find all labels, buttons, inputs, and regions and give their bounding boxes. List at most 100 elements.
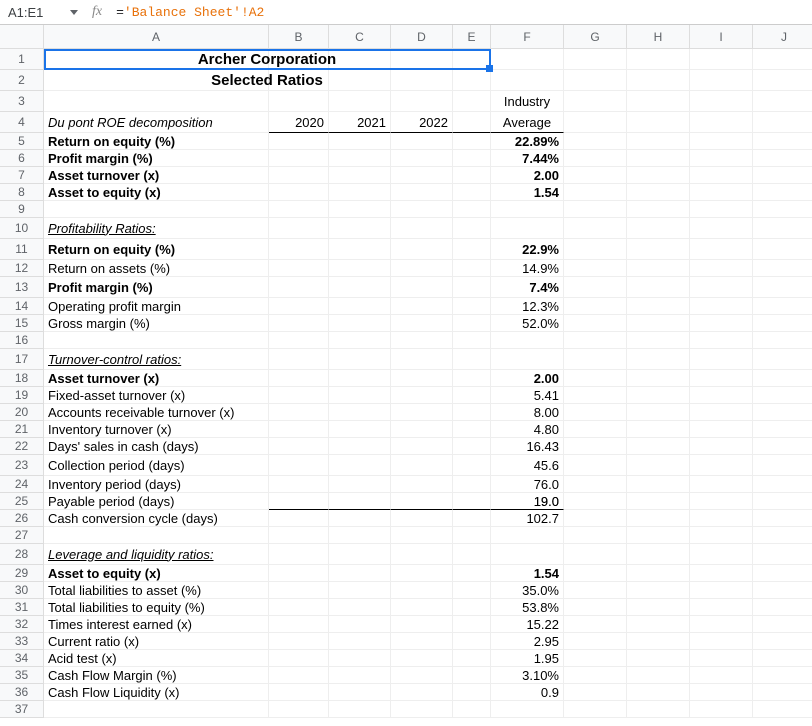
cell-G24[interactable]	[564, 476, 627, 493]
cell-F2[interactable]	[491, 70, 564, 91]
cell-H28[interactable]	[627, 544, 690, 565]
cell-G16[interactable]	[564, 332, 627, 349]
cell-G18[interactable]	[564, 370, 627, 387]
cell-E15[interactable]	[453, 315, 491, 332]
cell-I7[interactable]	[690, 167, 753, 184]
cell-I25[interactable]	[690, 493, 753, 510]
cell-I29[interactable]	[690, 565, 753, 582]
cell-A3[interactable]	[44, 91, 269, 112]
label-r34[interactable]: Acid test (x)	[44, 650, 269, 667]
cell-J35[interactable]	[753, 667, 812, 684]
cell-H16[interactable]	[627, 332, 690, 349]
cell-E35[interactable]	[453, 667, 491, 684]
cell-D37[interactable]	[391, 701, 453, 718]
cell-J29[interactable]	[753, 565, 812, 582]
cell-D11[interactable]	[391, 239, 453, 260]
value-r21[interactable]: 4.80	[491, 421, 564, 438]
cell-D7[interactable]	[391, 167, 453, 184]
cell-J27[interactable]	[753, 527, 812, 544]
cell-C8[interactable]	[329, 184, 391, 201]
cell-C24[interactable]	[329, 476, 391, 493]
cell-G37[interactable]	[564, 701, 627, 718]
cell-E19[interactable]	[453, 387, 491, 404]
cell-G14[interactable]	[564, 298, 627, 315]
cell-J7[interactable]	[753, 167, 812, 184]
label-r29[interactable]: Asset to equity (x)	[44, 565, 269, 582]
cell-C14[interactable]	[329, 298, 391, 315]
cell-J36[interactable]	[753, 684, 812, 701]
cell-H32[interactable]	[627, 616, 690, 633]
cell-C20[interactable]	[329, 404, 391, 421]
cell-D36[interactable]	[391, 684, 453, 701]
cell-I14[interactable]	[690, 298, 753, 315]
cell-F28[interactable]	[491, 544, 564, 565]
cell-G19[interactable]	[564, 387, 627, 404]
cell-G12[interactable]	[564, 260, 627, 277]
cell-G27[interactable]	[564, 527, 627, 544]
row-header-3[interactable]: 3	[0, 91, 44, 112]
row-header-19[interactable]: 19	[0, 387, 44, 404]
label-r35[interactable]: Cash Flow Margin (%)	[44, 667, 269, 684]
cell-C3[interactable]	[329, 91, 391, 112]
cell-I26[interactable]	[690, 510, 753, 527]
cell-G2[interactable]	[564, 70, 627, 91]
value-r15[interactable]: 52.0%	[491, 315, 564, 332]
label-r14[interactable]: Operating profit margin	[44, 298, 269, 315]
cell-E30[interactable]	[453, 582, 491, 599]
cell-B18[interactable]	[269, 370, 329, 387]
col-header-E[interactable]: E	[453, 25, 491, 49]
cell-J20[interactable]	[753, 404, 812, 421]
row-header-4[interactable]: 4	[0, 112, 44, 133]
cell-E12[interactable]	[453, 260, 491, 277]
cell-B31[interactable]	[269, 599, 329, 616]
cell-I1[interactable]	[690, 49, 753, 70]
cell-A16[interactable]	[44, 332, 269, 349]
row-header-11[interactable]: 11	[0, 239, 44, 260]
cell-H15[interactable]	[627, 315, 690, 332]
uline-E25[interactable]	[453, 493, 491, 510]
cell-D20[interactable]	[391, 404, 453, 421]
cell-D22[interactable]	[391, 438, 453, 455]
row-header-20[interactable]: 20	[0, 404, 44, 421]
cell-J28[interactable]	[753, 544, 812, 565]
cell-C12[interactable]	[329, 260, 391, 277]
cell-C19[interactable]	[329, 387, 391, 404]
cell-H24[interactable]	[627, 476, 690, 493]
cell-H17[interactable]	[627, 349, 690, 370]
cell-H3[interactable]	[627, 91, 690, 112]
value-r12[interactable]: 14.9%	[491, 260, 564, 277]
uline-F4[interactable]	[491, 112, 564, 133]
row-header-29[interactable]: 29	[0, 565, 44, 582]
cell-B28[interactable]	[269, 544, 329, 565]
value-r14[interactable]: 12.3%	[491, 298, 564, 315]
formula-input[interactable]: ='Balance Sheet'!A2	[116, 5, 264, 20]
cell-D31[interactable]	[391, 599, 453, 616]
cell-D19[interactable]	[391, 387, 453, 404]
cell-J21[interactable]	[753, 421, 812, 438]
cell-B22[interactable]	[269, 438, 329, 455]
cell-C37[interactable]	[329, 701, 391, 718]
cell-C16[interactable]	[329, 332, 391, 349]
cell-D8[interactable]	[391, 184, 453, 201]
cell-B34[interactable]	[269, 650, 329, 667]
cell-I3[interactable]	[690, 91, 753, 112]
cell-C5[interactable]	[329, 133, 391, 150]
value-r36[interactable]: 0.9	[491, 684, 564, 701]
cell-D30[interactable]	[391, 582, 453, 599]
cell-D29[interactable]	[391, 565, 453, 582]
cell-J24[interactable]	[753, 476, 812, 493]
cell-C18[interactable]	[329, 370, 391, 387]
uline-B25[interactable]	[269, 493, 329, 510]
cell-B7[interactable]	[269, 167, 329, 184]
cell-C22[interactable]	[329, 438, 391, 455]
cell-G10[interactable]	[564, 218, 627, 239]
cell-F1[interactable]	[491, 49, 564, 70]
cell-I30[interactable]	[690, 582, 753, 599]
row-header-5[interactable]: 5	[0, 133, 44, 150]
cell-I9[interactable]	[690, 201, 753, 218]
cell-I18[interactable]	[690, 370, 753, 387]
cell-I8[interactable]	[690, 184, 753, 201]
cell-J6[interactable]	[753, 150, 812, 167]
cell-H9[interactable]	[627, 201, 690, 218]
col-header-I[interactable]: I	[690, 25, 753, 49]
